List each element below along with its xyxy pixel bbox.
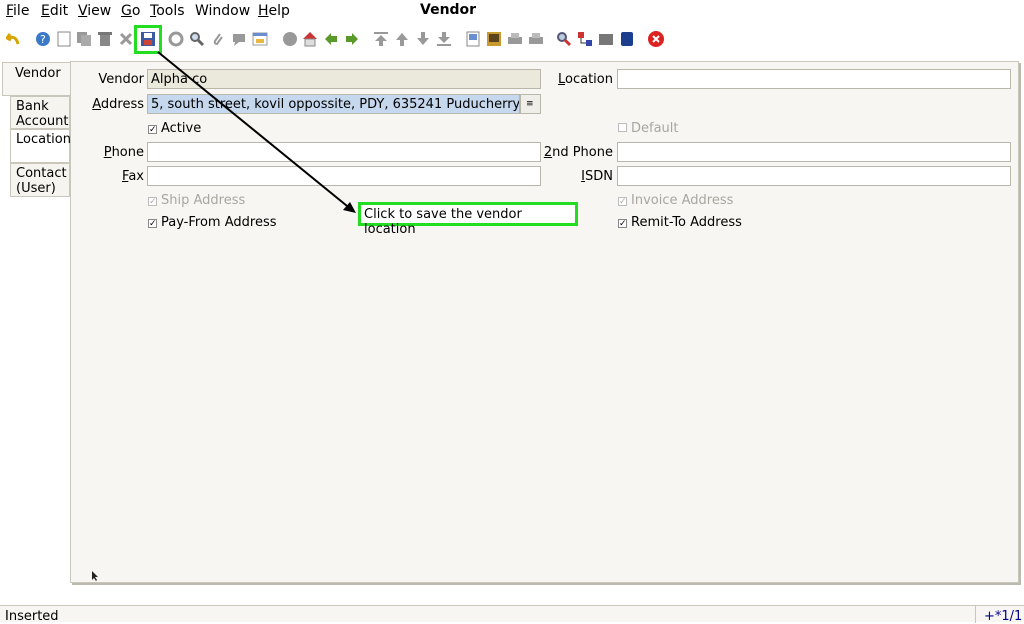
annotation-arrow (157, 51, 356, 213)
status-bar: Inserted +*1/1 (0, 605, 1024, 624)
record-indicator[interactable]: +*1/1 (975, 606, 1024, 624)
annotation-callout: Click to save the vendor location (358, 202, 578, 237)
mouse-cursor-icon (92, 571, 98, 581)
